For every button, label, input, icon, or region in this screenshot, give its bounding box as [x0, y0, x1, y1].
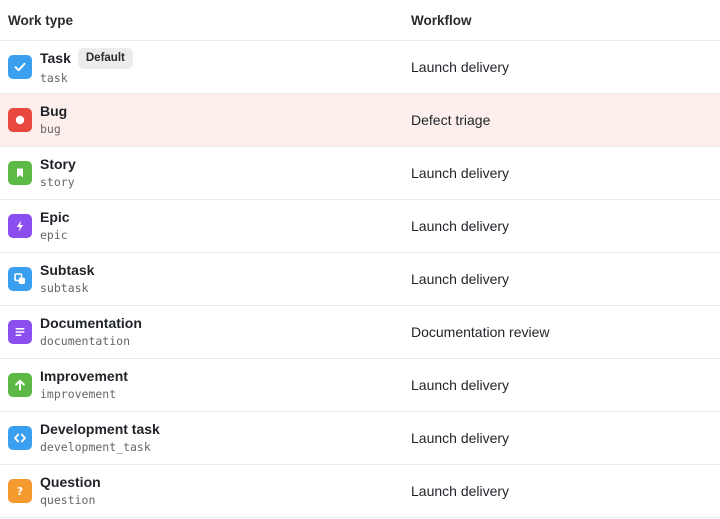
work-type-name: Task [40, 50, 71, 66]
default-badge: Default [77, 48, 133, 69]
work-type-cell: Subtask subtask [0, 262, 411, 296]
table-header: Work type Workflow [0, 0, 720, 41]
work-type-names: Bug bug [40, 103, 67, 137]
work-type-cell: Bug bug [0, 103, 411, 137]
work-type-key: task [40, 71, 68, 85]
work-type-key: improvement [40, 387, 117, 401]
table-row[interactable]: Epic epic Launch delivery [0, 200, 720, 253]
work-type-cell: Epic epic [0, 209, 411, 243]
svg-text:?: ? [17, 485, 23, 498]
work-type-key: story [40, 175, 75, 189]
work-type-name: Improvement [40, 368, 128, 384]
work-type-names: Task Default task [40, 48, 133, 86]
checkmark-icon [8, 55, 32, 79]
work-types-table: Work type Workflow Task Default task Lau… [0, 0, 720, 518]
work-type-names: Documentation documentation [40, 315, 142, 349]
work-type-key: bug [40, 122, 61, 136]
work-type-names: Subtask subtask [40, 262, 94, 296]
work-type-names: Epic epic [40, 209, 70, 243]
table-row[interactable]: Improvement improvement Launch delivery [0, 359, 720, 412]
question-icon: ? [8, 479, 32, 503]
work-type-key: question [40, 493, 96, 507]
table-row[interactable]: Task Default task Launch delivery [0, 41, 720, 94]
table-row[interactable]: Bug bug Defect triage [0, 94, 720, 147]
work-type-cell: ? Question question [0, 474, 411, 508]
work-type-name: Subtask [40, 262, 95, 278]
column-header-workflow[interactable]: Workflow [411, 13, 472, 28]
table-row[interactable]: Story story Launch delivery [0, 147, 720, 200]
bookmark-icon [8, 161, 32, 185]
work-type-cell: Development task development_task [0, 421, 411, 455]
workflow-cell: Launch delivery [411, 377, 510, 393]
table-row[interactable]: ? Question question Launch delivery [0, 465, 720, 518]
work-type-name: Story [40, 156, 76, 172]
document-lines-icon [8, 320, 32, 344]
lightning-icon [8, 214, 32, 238]
work-type-name: Bug [40, 103, 68, 119]
workflow-cell: Launch delivery [411, 218, 510, 234]
work-type-cell: Improvement improvement [0, 368, 411, 402]
arrow-up-icon [8, 373, 32, 397]
work-type-key: subtask [40, 281, 89, 295]
workflow-cell: Launch delivery [411, 165, 510, 181]
bug-icon [8, 108, 32, 132]
work-type-names: Improvement improvement [40, 368, 128, 402]
code-brackets-icon [8, 426, 32, 450]
workflow-cell: Launch delivery [411, 483, 510, 499]
workflow-cell: Launch delivery [411, 430, 510, 446]
work-type-name: Epic [40, 209, 70, 225]
workflow-cell: Defect triage [411, 112, 491, 128]
work-type-names: Question question [40, 474, 101, 508]
work-type-key: documentation [40, 334, 131, 348]
work-type-cell: Story story [0, 156, 411, 190]
work-type-cell: Task Default task [0, 48, 411, 86]
work-type-name: Development task [40, 421, 160, 437]
workflow-cell: Documentation review [411, 324, 550, 340]
work-type-names: Story story [40, 156, 76, 190]
table-row[interactable]: Subtask subtask Launch delivery [0, 253, 720, 306]
work-type-key: epic [40, 228, 68, 242]
work-type-name: Question [40, 474, 101, 490]
workflow-cell: Launch delivery [411, 59, 510, 75]
work-type-key: development_task [40, 440, 151, 454]
workflow-cell: Launch delivery [411, 271, 510, 287]
column-header-work-type[interactable]: Work type [0, 13, 411, 28]
table-row[interactable]: Development task development_task Launch… [0, 412, 720, 465]
work-type-name: Documentation [40, 315, 142, 331]
table-row[interactable]: Documentation documentation Documentatio… [0, 306, 720, 359]
work-type-cell: Documentation documentation [0, 315, 411, 349]
subtask-icon [8, 267, 32, 291]
work-type-names: Development task development_task [40, 421, 160, 455]
